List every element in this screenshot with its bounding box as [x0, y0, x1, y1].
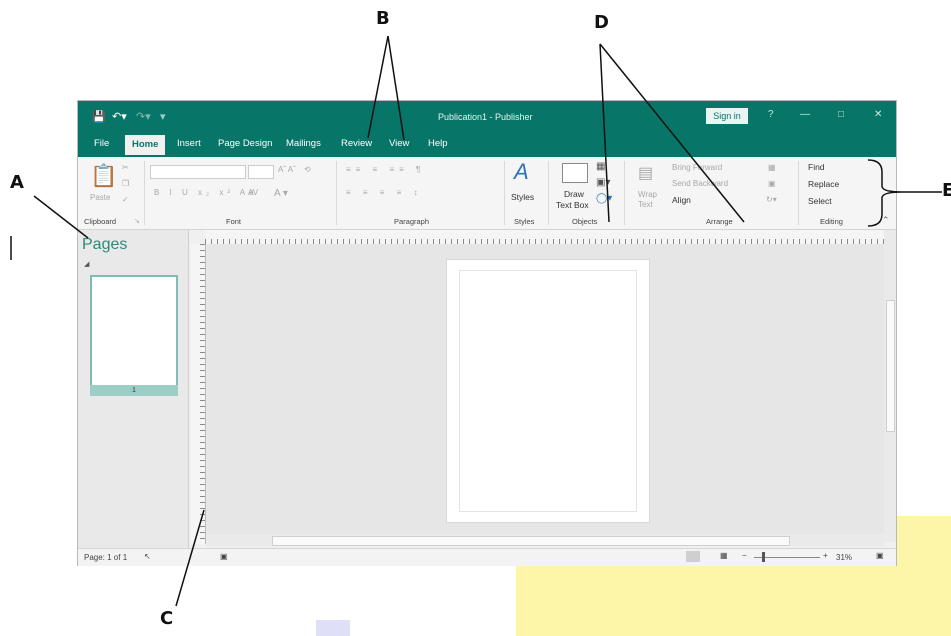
- annotation-label-b: B: [376, 8, 390, 29]
- annotation-label-d: D: [594, 12, 609, 33]
- annotation-label-c: C: [160, 608, 174, 629]
- annotation-label-a: A: [10, 172, 24, 193]
- annotation-label-e: E: [942, 180, 951, 201]
- annotation-lines: [10, 35, 942, 607]
